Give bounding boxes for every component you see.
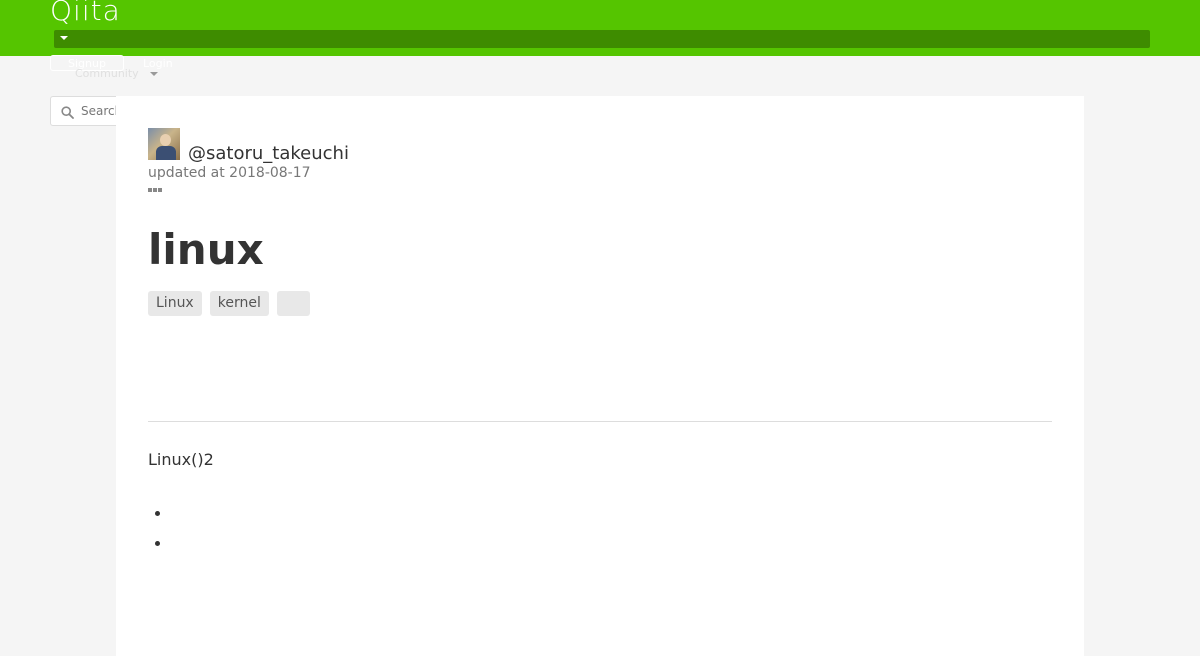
avatar-body xyxy=(156,146,176,160)
chevron-down-icon[interactable] xyxy=(150,72,158,76)
tag-unnamed[interactable] xyxy=(276,291,310,316)
search-icon xyxy=(61,106,74,119)
dot xyxy=(153,188,157,192)
article-title: linux xyxy=(148,225,264,274)
article-body-text: Linux()2 xyxy=(148,450,214,469)
dot xyxy=(148,188,152,192)
author-avatar[interactable] xyxy=(148,128,180,160)
community-menu[interactable]: Community xyxy=(75,67,139,81)
article-card: @satoru_takeuchi updated at 2018-08-17 l… xyxy=(116,96,1084,656)
menu-bar[interactable] xyxy=(54,30,1150,48)
more-options-icon[interactable] xyxy=(148,187,164,193)
tag-list: Linux kernel xyxy=(148,291,318,316)
tag-linux[interactable]: Linux xyxy=(148,291,202,316)
author-username[interactable]: @satoru_takeuchi xyxy=(188,142,349,166)
updated-date: updated at 2018-08-17 xyxy=(148,165,311,181)
tag-kernel[interactable]: kernel xyxy=(209,291,269,316)
caret-down-icon[interactable] xyxy=(60,36,68,40)
dot xyxy=(158,188,162,192)
top-navigation-bar: Qiita xyxy=(0,0,1200,56)
divider xyxy=(148,421,1052,422)
login-link[interactable]: Login xyxy=(143,57,173,71)
avatar-face xyxy=(160,134,171,146)
bullet-list xyxy=(148,502,172,562)
qiita-logo[interactable]: Qiita xyxy=(50,0,121,28)
